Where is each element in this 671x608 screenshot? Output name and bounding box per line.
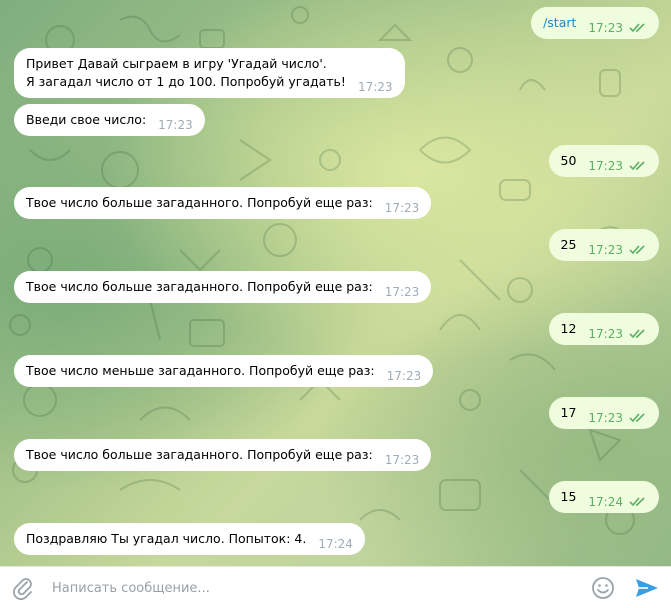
message-text: Твое число больше загаданного. Попробуй … [26, 279, 373, 294]
message-incoming[interactable]: Введи свое число: 17:23 [14, 104, 205, 136]
message-time: 17:23 [384, 453, 420, 467]
message-composer [0, 566, 671, 608]
double-check-icon [629, 497, 645, 507]
bot-command-link[interactable]: /start [543, 14, 576, 32]
message-time: 17:23 [384, 285, 420, 299]
message-outgoing[interactable]: 25 17:23 [548, 229, 659, 261]
message-time: 17:23 [386, 369, 422, 383]
message-incoming[interactable]: Поздравляю Ты угадал число. Попыток: 4. 1… [14, 523, 365, 555]
attach-button[interactable] [12, 576, 34, 600]
message-incoming[interactable]: Твое число больше загаданного. Попробуй … [14, 187, 432, 219]
message-text: 25 [560, 237, 577, 252]
send-arrow-icon [636, 579, 658, 597]
message-outgoing[interactable]: 15 17:24 [548, 481, 659, 513]
message-time: 17:24 [318, 537, 353, 551]
message-text: 50 [560, 153, 577, 168]
double-check-icon [629, 245, 645, 255]
message-time: 17:23 [588, 409, 647, 427]
message-incoming[interactable]: Твое число больше загаданного. Попробуй … [14, 271, 432, 303]
message-text: Введи свое число: [26, 112, 147, 127]
double-check-icon [629, 413, 645, 423]
message-text: 15 [560, 489, 577, 504]
message-time: 17:23 [588, 157, 647, 175]
message-text: Твое число больше загаданного. Попробуй … [26, 195, 373, 210]
emoji-button[interactable] [591, 576, 615, 600]
message-incoming[interactable]: Твое число больше загаданного. Попробуй … [14, 439, 432, 471]
send-button[interactable] [634, 576, 660, 600]
message-outgoing[interactable]: 50 17:23 [548, 145, 659, 177]
message-incoming[interactable]: Привет Давай сыграем в игру 'Угадай числ… [14, 48, 405, 98]
message-time: 17:23 [158, 118, 193, 132]
message-text: Поздравляю Ты угадал число. Попыток: 4. [26, 531, 307, 546]
message-time: 17:24 [588, 493, 647, 511]
message-time: 17:23 [357, 80, 393, 94]
message-incoming[interactable]: Твое число меньше загаданного. Попробуй … [14, 355, 434, 387]
message-text: Твое число меньше загаданного. Попробуй … [26, 363, 375, 378]
message-outgoing[interactable]: 17 17:23 [548, 397, 659, 429]
message-time: 17:23 [588, 325, 647, 343]
double-check-icon [629, 161, 645, 171]
message-text: 17 [560, 405, 577, 420]
message-time: 17:23 [588, 19, 647, 37]
smile-icon [592, 577, 614, 599]
message-time: 17:23 [588, 241, 647, 259]
message-text: Твое число больше загаданного. Попробуй … [26, 447, 373, 462]
chat-area[interactable]: /start 17:23 Привет Давай сыграем в игру … [0, 0, 671, 566]
message-outgoing[interactable]: 12 17:23 [548, 313, 659, 345]
double-check-icon [629, 329, 645, 339]
message-outgoing[interactable]: /start 17:23 [531, 7, 659, 39]
message-input[interactable] [52, 576, 572, 600]
message-text: 12 [560, 321, 577, 336]
paperclip-icon [13, 578, 32, 600]
message-text: Привет Давай сыграем в игру 'Угадай числ… [26, 56, 346, 89]
message-time: 17:23 [384, 201, 420, 215]
double-check-icon [629, 23, 645, 33]
